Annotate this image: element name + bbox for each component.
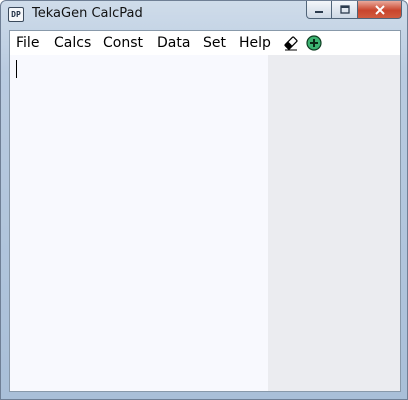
add-circle-icon[interactable] bbox=[306, 35, 322, 51]
menu-const[interactable]: Const bbox=[103, 35, 143, 51]
text-caret bbox=[16, 60, 17, 78]
app-icon: DP bbox=[8, 7, 24, 22]
menu-bar: File Calcs Const Data Set Help bbox=[10, 31, 400, 55]
maximize-button[interactable] bbox=[332, 1, 358, 19]
menu-set[interactable]: Set bbox=[203, 35, 226, 51]
menu-data[interactable]: Data bbox=[157, 35, 190, 51]
caption-buttons bbox=[306, 1, 402, 21]
results-panel bbox=[268, 55, 400, 391]
window-title: TekaGen CalcPad bbox=[32, 6, 143, 21]
app-window: DP TekaGen CalcPad File Calcs Const Data… bbox=[0, 0, 408, 400]
close-icon bbox=[374, 4, 385, 15]
eraser-icon[interactable] bbox=[283, 35, 299, 51]
close-button[interactable] bbox=[358, 1, 402, 19]
calc-editor[interactable] bbox=[10, 55, 268, 391]
maximize-icon bbox=[339, 4, 350, 14]
menu-help[interactable]: Help bbox=[239, 35, 271, 51]
menu-calcs[interactable]: Calcs bbox=[54, 35, 91, 51]
minimize-button[interactable] bbox=[306, 1, 332, 19]
title-bar[interactable]: DP TekaGen CalcPad bbox=[1, 1, 407, 29]
menu-file[interactable]: File bbox=[16, 35, 39, 51]
client-area: File Calcs Const Data Set Help bbox=[9, 30, 401, 392]
minimize-icon bbox=[315, 10, 323, 13]
